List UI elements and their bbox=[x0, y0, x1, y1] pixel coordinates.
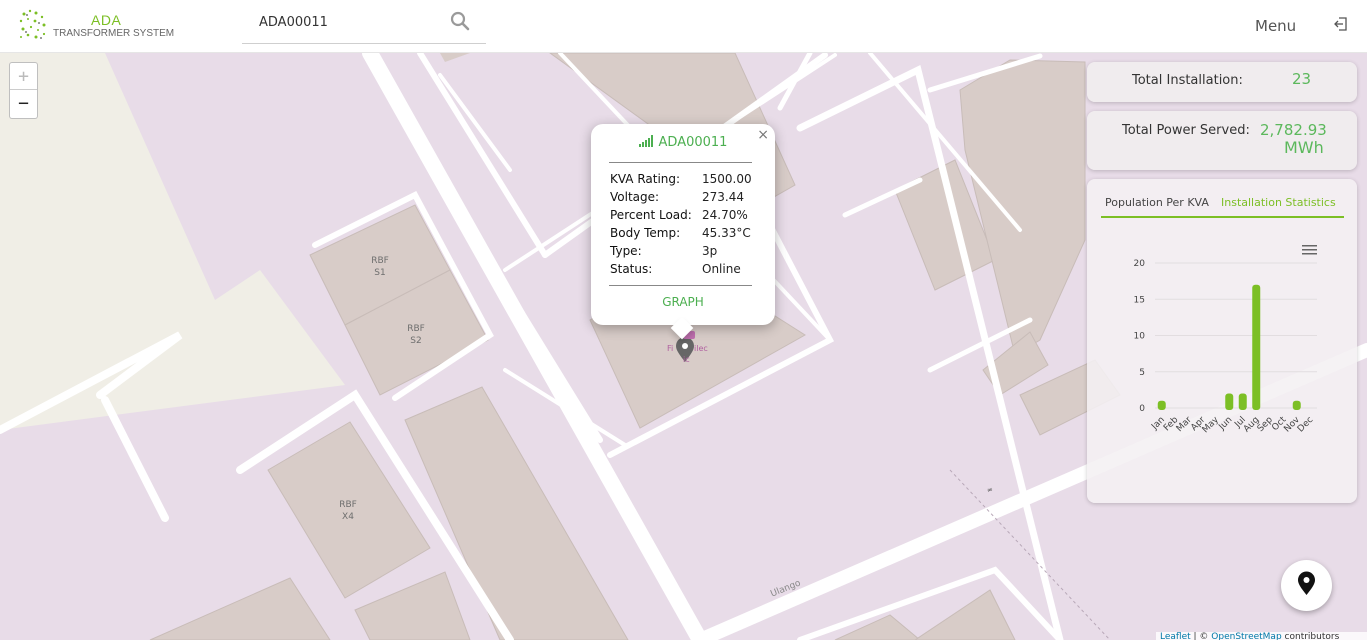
popup-divider bbox=[609, 285, 752, 286]
popup-title-text: ADA00011 bbox=[658, 135, 728, 150]
chart-bar[interactable] bbox=[1252, 284, 1261, 410]
total-installation-card: Total Installation: 23 bbox=[1087, 62, 1357, 102]
total-power-card: Total Power Served: 2,782.93 MWh bbox=[1087, 111, 1357, 170]
map-label-text: RBF S2 bbox=[407, 324, 425, 346]
location-pin-icon[interactable] bbox=[1281, 560, 1332, 611]
attribution-separator: | © bbox=[1190, 632, 1212, 640]
svg-text:Fi: Fi bbox=[667, 344, 673, 353]
chart-x-tick-label: Jun bbox=[1217, 415, 1235, 433]
popup-row-label: Type: bbox=[610, 244, 642, 258]
popup-row-label: Percent Load: bbox=[610, 208, 692, 222]
map-attribution: Leaflet | © OpenStreetMap contributors bbox=[1156, 632, 1367, 640]
logo-icon bbox=[19, 9, 46, 39]
logo-subtitle: TRANSFORMER SYSTEM bbox=[53, 28, 175, 39]
chart-x-tick-label: Dec bbox=[1296, 415, 1315, 434]
map-label-text: RBF S1 bbox=[371, 256, 389, 278]
chart-bar[interactable] bbox=[1198, 408, 1206, 410]
total-power-value: 2,782.93 bbox=[1260, 121, 1327, 139]
search-bar bbox=[242, 6, 486, 44]
map-label-rbf-x4: RBF X4 bbox=[334, 499, 362, 523]
chart-y-tick-label: 5 bbox=[1139, 368, 1145, 378]
search-icon[interactable] bbox=[450, 11, 472, 33]
attribution-rest: contributors bbox=[1281, 632, 1340, 640]
chart-bar[interactable] bbox=[1238, 393, 1247, 411]
popup-row-value: 45.33°C bbox=[702, 226, 751, 240]
chart-bar[interactable] bbox=[1266, 408, 1274, 410]
map-label-rbf-s2: RBF S2 bbox=[402, 323, 430, 347]
popup-row-label: Voltage: bbox=[610, 190, 660, 204]
popup-row-value: Online bbox=[702, 262, 741, 276]
svg-text:≠: ≠ bbox=[987, 486, 993, 494]
transformer-popup: × ADA00011 KVA Rating: 1500.00 Voltage: … bbox=[591, 124, 775, 340]
chart-bar[interactable] bbox=[1212, 408, 1220, 410]
statistics-panel: Population Per KVA Installation Statisti… bbox=[1087, 179, 1357, 503]
chart-y-tick-label: 20 bbox=[1134, 259, 1146, 269]
graph-button[interactable]: GRAPH bbox=[591, 295, 775, 309]
zoom-control: + − bbox=[9, 62, 38, 119]
zoom-in-button[interactable]: + bbox=[10, 63, 37, 90]
popup-row-value: 24.70% bbox=[702, 208, 748, 222]
popup-row-label: Status: bbox=[610, 262, 653, 276]
installation-chart: 05101520JanFebMarAprMayJunJulAugSepOctNo… bbox=[1134, 259, 1317, 435]
chart-y-tick-label: 0 bbox=[1139, 404, 1145, 414]
chart-bar[interactable] bbox=[1157, 400, 1166, 410]
signal-icon bbox=[638, 135, 653, 147]
chart-bar[interactable] bbox=[1185, 408, 1193, 410]
chart-bar[interactable] bbox=[1279, 408, 1287, 410]
popup-title: ADA00011 bbox=[591, 135, 775, 150]
chart-y-tick-label: 10 bbox=[1134, 332, 1146, 342]
total-power-unit: MWh bbox=[1284, 138, 1324, 157]
leaflet-link[interactable]: Leaflet bbox=[1160, 632, 1191, 640]
app-page: Fi ilec ic ≠ RBF S1 RBF S2 RBF X4 Ulango bbox=[0, 0, 1367, 640]
app-header: ADA TRANSFORMER SYSTEM Menu bbox=[0, 0, 1367, 53]
popup-row-value: 1500.00 bbox=[702, 172, 752, 186]
total-power-label: Total Power Served: bbox=[1122, 123, 1250, 138]
total-installation-value: 23 bbox=[1292, 70, 1312, 88]
map-label-rbf-s1: RBF S1 bbox=[366, 255, 394, 279]
search-input[interactable] bbox=[242, 6, 442, 38]
popup-divider bbox=[609, 162, 752, 163]
map-label-text: RBF X4 bbox=[339, 500, 357, 522]
chart-bar[interactable] bbox=[1171, 408, 1179, 410]
popup-row-value: 3p bbox=[702, 244, 718, 258]
svg-text:ilec: ilec bbox=[694, 344, 708, 353]
total-installation-label: Total Installation: bbox=[1132, 73, 1243, 88]
zoom-out-button[interactable]: − bbox=[10, 90, 37, 117]
popup-row-label: KVA Rating: bbox=[610, 172, 681, 186]
chart-bar[interactable] bbox=[1306, 408, 1314, 410]
menu-link[interactable]: Menu bbox=[1255, 17, 1296, 35]
logout-icon[interactable] bbox=[1333, 16, 1351, 34]
logo-title: ADA bbox=[91, 12, 122, 28]
svg-text:ic: ic bbox=[683, 355, 690, 364]
osm-link[interactable]: OpenStreetMap bbox=[1211, 632, 1281, 640]
popup-row-value: 273.44 bbox=[702, 190, 744, 204]
chart-y-tick-label: 15 bbox=[1134, 295, 1145, 305]
app-logo[interactable]: ADA TRANSFORMER SYSTEM bbox=[18, 8, 178, 44]
popup-row-label: Body Temp: bbox=[610, 226, 681, 240]
chart-bar[interactable] bbox=[1292, 400, 1301, 410]
chart-bar[interactable] bbox=[1225, 393, 1234, 411]
